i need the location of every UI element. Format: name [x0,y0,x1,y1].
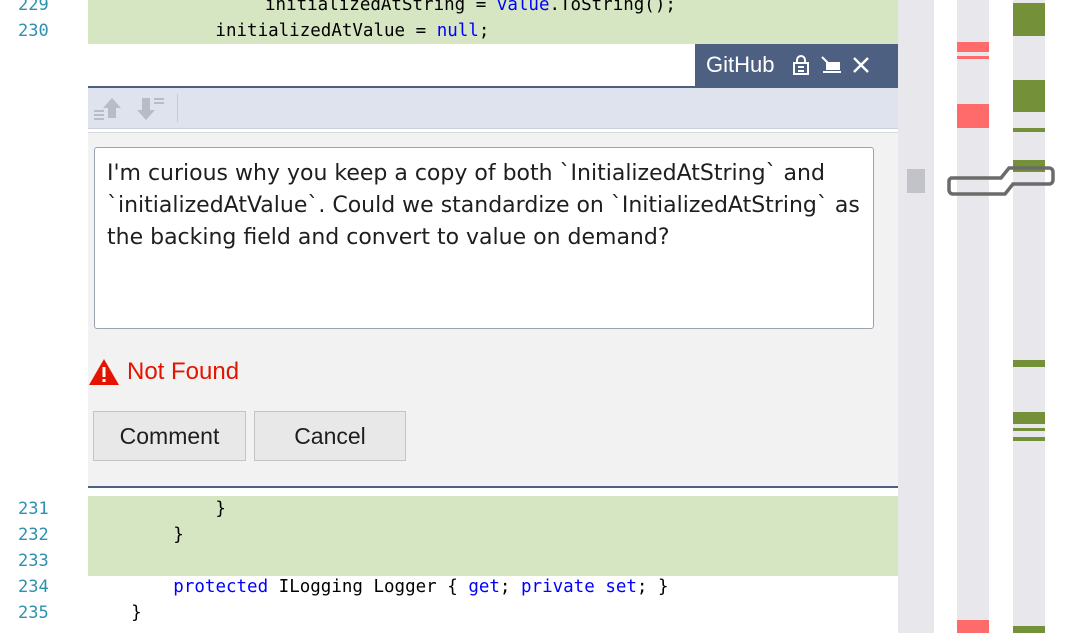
lock-icon[interactable] [788,52,814,78]
diff-overview-deleted[interactable] [957,0,989,633]
close-icon[interactable] [848,52,874,78]
cancel-button[interactable]: Cancel [254,411,406,461]
overview-mark-added [1013,437,1045,441]
code-line[interactable]: } [89,522,184,548]
previous-comment-icon[interactable] [94,94,122,122]
line-number: 233 [18,551,49,571]
comment-textbox[interactable]: I'm curious why you keep a copy of both … [94,147,874,329]
comment-body: I'm curious why you keep a copy of both … [88,132,898,487]
code-line[interactable]: } [89,600,142,626]
code-line[interactable]: protected ILogging Logger { get; private… [89,574,668,600]
error-message: Not Found [88,355,239,389]
code-line[interactable]: } [89,496,226,522]
line-number: 234 [18,577,49,597]
overview-mark-deleted [957,42,989,52]
line-number: 232 [18,525,49,545]
comment-button[interactable]: Comment [93,411,246,461]
overview-mark-added [1013,360,1045,367]
error-text: Not Found [127,358,240,385]
provider-title: GitHub [706,52,775,77]
next-comment-icon[interactable] [136,94,164,122]
line-number: 229 [18,0,49,15]
inline-comment-panel: GitHub I'm curious why you keep a copy o… [88,44,898,494]
overview-mark-added [1013,428,1045,431]
overview-mark-added [1013,626,1045,633]
overview-mark-deleted [957,104,989,128]
panel-header-tab: GitHub [695,44,898,86]
overview-viewport-indicator[interactable] [945,164,1057,200]
code-line[interactable]: initializedAtString = value.ToString(); [265,0,676,18]
scrollbar-thumb[interactable] [907,169,925,193]
overview-mark-added [1013,412,1045,424]
overview-mark-added [1013,128,1045,132]
comment-toolbar [88,88,898,129]
warning-icon [89,359,119,385]
overview-mark-deleted [957,56,989,59]
code-line[interactable]: initializedAtValue = null; [89,18,489,44]
vertical-scrollbar[interactable] [898,0,934,633]
line-number: 231 [18,499,49,519]
line-number: 230 [18,21,49,41]
overview-mark-added [1013,80,1045,112]
overview-mark-added [1013,3,1045,36]
right-edge-strip [1082,0,1086,633]
line-number: 235 [18,603,49,623]
overview-mark-deleted [957,620,989,633]
pin-icon[interactable] [818,52,844,78]
